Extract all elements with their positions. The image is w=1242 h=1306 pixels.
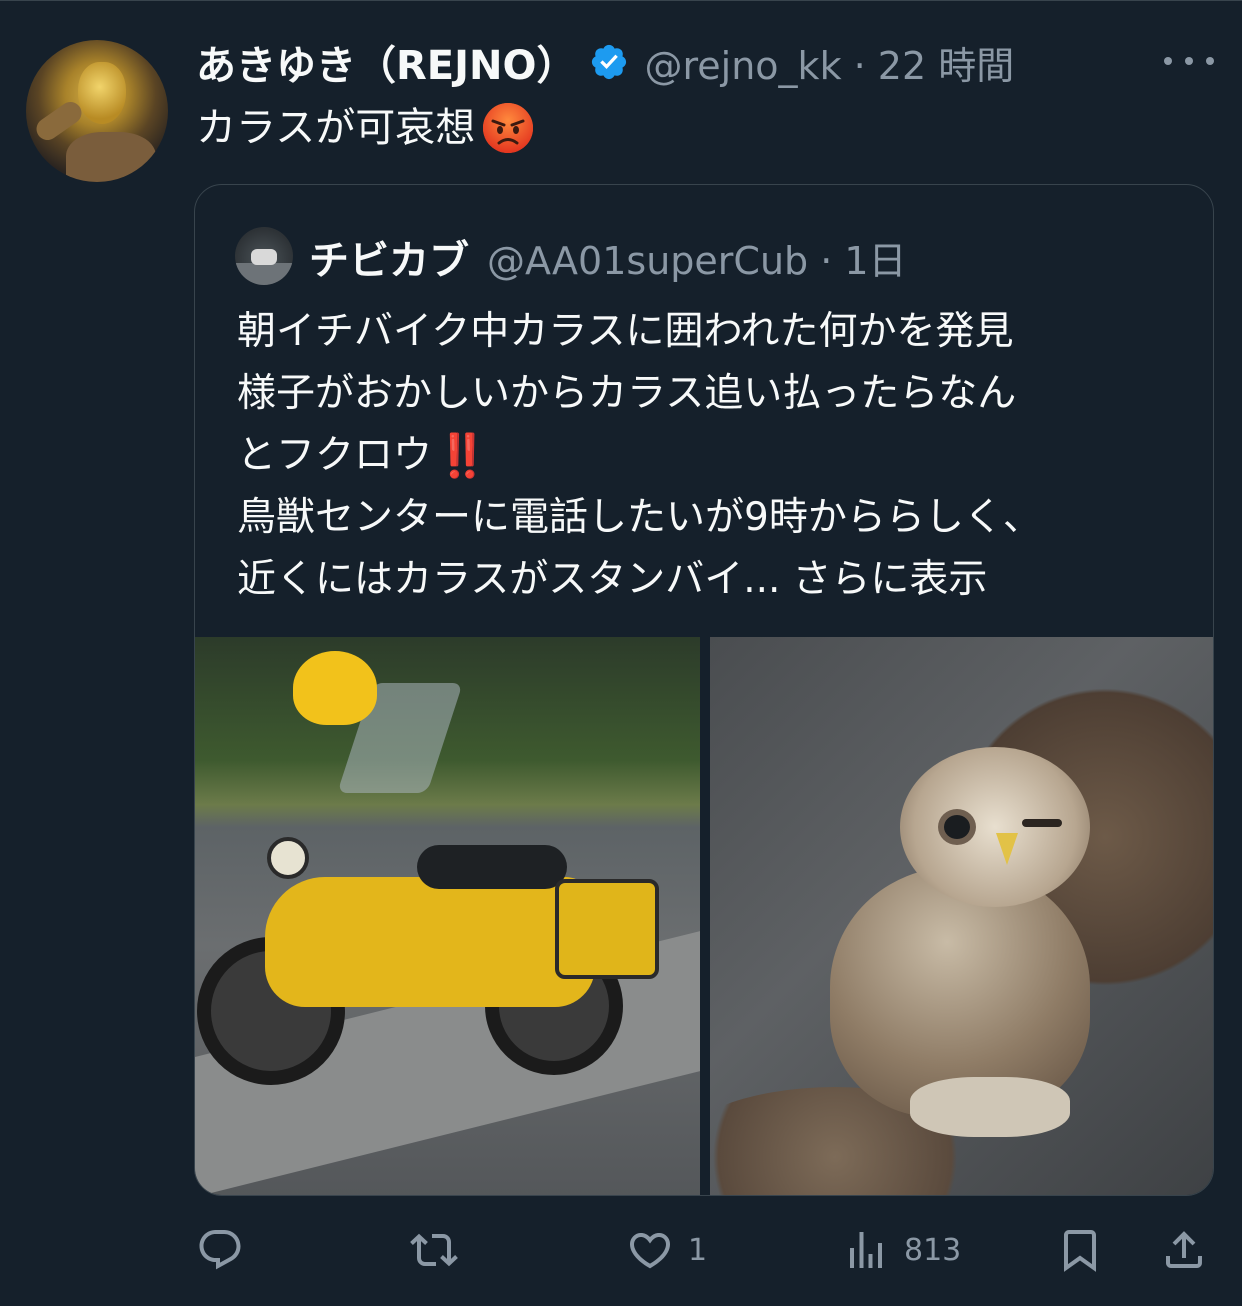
reply-button[interactable] bbox=[196, 1212, 244, 1288]
quoted-line-with-emphasis: とフクロウ ‼️ bbox=[237, 425, 1197, 487]
more-dot bbox=[1164, 57, 1172, 65]
verified-badge-icon bbox=[591, 44, 626, 80]
avatar-bike bbox=[251, 249, 277, 265]
owl-photo[interactable] bbox=[710, 637, 1213, 1195]
like-button[interactable]: 1 bbox=[626, 1212, 707, 1288]
photo-owl-closed-eye bbox=[1022, 819, 1062, 827]
quoted-display-name[interactable]: チビカブ bbox=[309, 228, 469, 286]
photo-yellow-helmet bbox=[293, 651, 377, 725]
tweet-action-bar: 1 813 bbox=[0, 1212, 1242, 1288]
quoted-line-text: とフクロウ bbox=[237, 433, 433, 478]
more-dot bbox=[1185, 57, 1193, 65]
share-icon bbox=[1166, 1231, 1202, 1268]
quoted-tweet-card[interactable]: チビカブ @AA01superCub · 1日 朝イチバイク中カラスに囲われた何… bbox=[194, 184, 1214, 1196]
bookmark-button[interactable] bbox=[1056, 1212, 1104, 1288]
quoted-text: 朝イチバイク中カラスに囲われた何かを発見 様子がおかしいからカラス追い払ったらな… bbox=[237, 301, 1197, 611]
reply-icon bbox=[199, 1230, 241, 1270]
photo-owl-eye bbox=[938, 809, 976, 845]
angry-face-emoji bbox=[483, 103, 534, 153]
avatar-gold-face bbox=[78, 62, 126, 124]
quoted-line-text: 近くにはカラスがスタンバイ... bbox=[237, 557, 781, 602]
author-avatar[interactable] bbox=[26, 40, 168, 182]
tweet-text: カラスが可哀想 bbox=[196, 100, 535, 156]
quoted-line: 様子がおかしいからカラス追い払ったらなん bbox=[237, 371, 1017, 416]
avatar-figure-body bbox=[66, 132, 156, 182]
bookmark-icon bbox=[1064, 1230, 1096, 1272]
quoted-author-avatar[interactable] bbox=[235, 227, 293, 285]
quoted-line: 鳥獣センターに電話したいが9時かららしく、 bbox=[237, 495, 1042, 540]
show-more-link[interactable]: さらに表示 bbox=[792, 549, 987, 611]
more-dot bbox=[1206, 57, 1214, 65]
avatar-road bbox=[235, 263, 293, 285]
heart-icon bbox=[629, 1233, 671, 1269]
quoted-handle-time[interactable]: @AA01superCub · 1日 bbox=[487, 230, 907, 285]
author-display-name[interactable]: あきゆき（REJNO） bbox=[196, 33, 577, 91]
more-options-icon[interactable] bbox=[1164, 44, 1214, 78]
quoted-media-grid bbox=[195, 637, 1213, 1195]
quoted-line: 朝イチバイク中カラスに囲われた何かを発見 bbox=[237, 309, 1014, 354]
quoted-header: チビカブ @AA01superCub · 1日 bbox=[309, 229, 907, 285]
photo-side-box bbox=[555, 879, 659, 979]
share-button[interactable] bbox=[1160, 1212, 1208, 1288]
retweet-icon bbox=[410, 1233, 458, 1267]
author-handle-time[interactable]: @rejno_kk · 22 時間 bbox=[645, 35, 1015, 90]
photo-owl-head bbox=[900, 747, 1090, 907]
double-exclamation-emoji: ‼️ bbox=[436, 431, 489, 480]
tweet-text-content: カラスが可哀想 bbox=[196, 105, 476, 151]
photo-yellow-bike-body bbox=[265, 877, 595, 1007]
tweet-header: あきゆき（REJNO） @rejno_kk · 22 時間 bbox=[196, 33, 1015, 91]
photo-owl-feet bbox=[910, 1077, 1070, 1137]
photo-headlight bbox=[267, 837, 309, 879]
motorcycle-photo[interactable] bbox=[195, 637, 700, 1195]
quoted-line-last: 近くにはカラスがスタンバイ... さらに表示 bbox=[237, 549, 1197, 611]
views-count: 813 bbox=[904, 1232, 962, 1268]
views-button[interactable]: 813 bbox=[842, 1212, 961, 1288]
photo-bike-seat bbox=[417, 845, 567, 889]
retweet-button[interactable] bbox=[410, 1212, 458, 1288]
like-count: 1 bbox=[688, 1232, 708, 1268]
top-divider bbox=[0, 0, 1242, 1]
analytics-icon bbox=[850, 1232, 882, 1268]
